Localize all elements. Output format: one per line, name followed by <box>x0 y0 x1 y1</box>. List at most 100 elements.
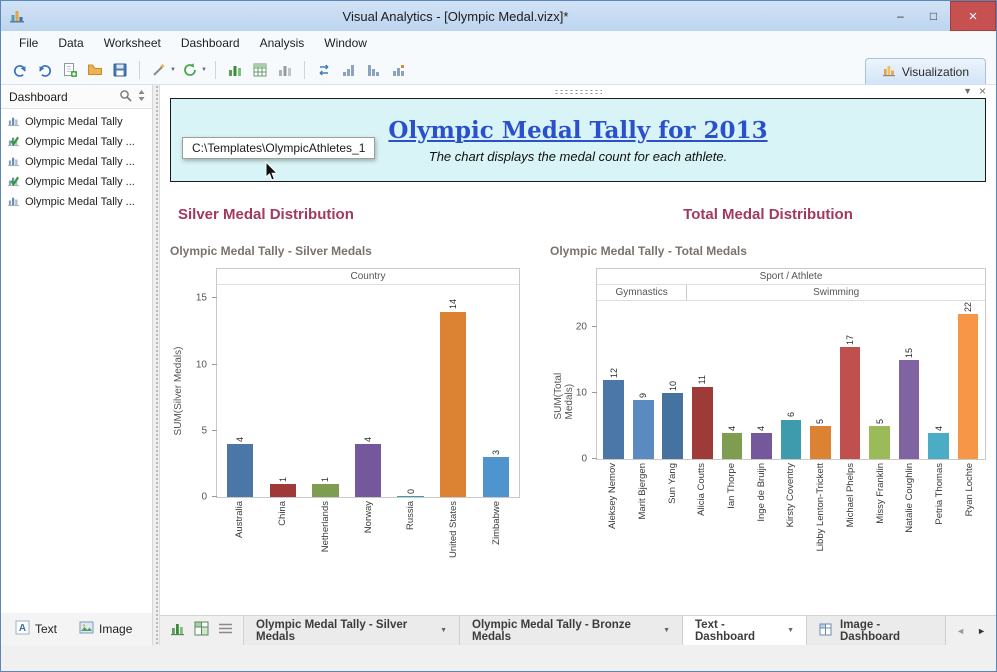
bar-slot: 4 <box>924 301 954 459</box>
x-axis-label: Netherlands <box>319 501 331 553</box>
text-tool-button[interactable]: A Text <box>15 620 57 638</box>
search-icon[interactable] <box>119 89 132 105</box>
tab-olympic-medal-tally-bronze-medals[interactable]: Olympic Medal Tally - Bronze Medals ▼ <box>460 616 683 645</box>
bar-slot: 15 <box>894 301 924 459</box>
bar <box>751 432 772 459</box>
refresh-caret[interactable]: ▼ <box>201 67 207 73</box>
bar-value-label: 17 <box>845 335 856 346</box>
swap-axes-button[interactable] <box>313 59 335 81</box>
maximize-button[interactable]: □ <box>917 1 950 31</box>
bar-value-label: 1 <box>320 476 331 482</box>
worksheet-list-icon[interactable] <box>218 622 233 640</box>
bar-value-label: 5 <box>874 419 885 425</box>
tab-olympic-medal-tally-silver-medals[interactable]: Olympic Medal Tally - Silver Medals ▼ <box>243 616 460 645</box>
add-chart-button[interactable] <box>224 59 246 81</box>
bar-slot: 1 <box>262 285 305 497</box>
menu-data[interactable]: Data <box>48 33 93 53</box>
image-tool-icon <box>79 620 94 638</box>
x-axis-label: Missy Franklin <box>874 463 886 524</box>
dashboard-list-item[interactable]: Olympic Medal Tally ... <box>1 152 152 172</box>
y-tick-mark <box>212 297 217 299</box>
dashboard-list-item[interactable]: Olympic Medal Tally <box>1 112 152 132</box>
sort-ascending-button[interactable] <box>338 59 360 81</box>
x-axis-label: Libby Lenton-Trickett <box>815 463 827 552</box>
bar-slot: 1 <box>304 285 347 497</box>
sidebar-title: Dashboard <box>9 89 68 104</box>
app-window: Visual Analytics - [Olympic Medal.vizx]*… <box>0 0 997 672</box>
y-tick-mark <box>592 392 597 394</box>
bar <box>269 483 297 497</box>
bar-slot: 5 <box>806 301 836 459</box>
image-tool-label: Image <box>99 622 133 636</box>
widget-menu-icon[interactable]: ▼ <box>963 86 972 96</box>
path-textbox[interactable]: C:\Templates\OlympicAthletes_1 <box>182 137 376 159</box>
silver-medals-chart: Country 0 5 10 15 SUM(Silver Medals) 4 1 1 4 0 14 3 A… <box>170 268 520 580</box>
redo-button[interactable] <box>34 59 56 81</box>
export-button[interactable] <box>84 59 106 81</box>
worksheet-tab-bar: Olympic Medal Tally - Silver Medals ▼ Olym… <box>160 615 996 645</box>
sidebar-splitter[interactable] <box>153 85 160 645</box>
undo-button[interactable] <box>9 59 31 81</box>
widget-drag-grip-icon[interactable] <box>554 88 602 95</box>
chart-placeholder-button[interactable] <box>274 59 296 81</box>
sort-order-icon[interactable] <box>136 89 147 105</box>
format-wand-button[interactable] <box>148 59 170 81</box>
refresh-button[interactable] <box>179 59 201 81</box>
silver-chart-widget[interactable]: Silver Medal Distribution Olympic Medal … <box>170 206 520 580</box>
group-header: Swimming <box>686 285 985 300</box>
close-button[interactable]: × <box>950 1 996 31</box>
bar <box>721 432 743 459</box>
bar <box>227 444 254 497</box>
dashboard-list-item[interactable]: Olympic Medal Tally ... <box>1 192 152 212</box>
dashboard-list-item[interactable]: Olympic Medal Tally ... <box>1 172 152 192</box>
widget-close-icon[interactable]: × <box>979 85 986 97</box>
tab-menu-chevron-icon[interactable]: ▼ <box>440 627 447 634</box>
bottom-strip <box>1 645 996 671</box>
menu-file[interactable]: File <box>9 33 48 53</box>
visualization-tab[interactable]: Visualization <box>864 58 986 84</box>
new-dashboard-tab-icon[interactable] <box>194 621 209 641</box>
dashboard-list-item[interactable]: Olympic Medal Tally ... <box>1 132 152 152</box>
minimize-button[interactable]: – <box>884 1 917 31</box>
tab-scroll-left-icon[interactable]: ◄ <box>956 626 965 636</box>
bar <box>780 419 802 459</box>
worksheet-tabs: Olympic Medal Tally - Silver Medals ▼ Olym… <box>243 616 947 645</box>
tab-scroll-right-icon[interactable]: ► <box>977 626 986 636</box>
add-crosstab-button[interactable] <box>249 59 271 81</box>
x-axis-label: Aleksey Nemov <box>607 463 619 529</box>
bar-value-label: 5 <box>815 419 826 425</box>
total-chart-widget[interactable]: Total Medal Distribution Olympic Medal T… <box>550 206 986 580</box>
menu-worksheet[interactable]: Worksheet <box>94 33 171 53</box>
tab-image-dashboard[interactable]: Image - Dashboard <box>807 616 947 645</box>
bar-value-label: 6 <box>785 412 796 418</box>
group-header-row: Gymnastics Swimming <box>597 285 985 301</box>
bar-value-label: 10 <box>667 381 678 392</box>
image-tool-button[interactable]: Image <box>79 620 132 638</box>
menu-dashboard[interactable]: Dashboard <box>171 33 250 53</box>
bar-slot: 0 <box>389 285 432 497</box>
bar <box>397 496 424 497</box>
bar <box>957 314 979 459</box>
bar-slot: 5 <box>865 301 895 459</box>
bar <box>928 432 949 459</box>
bar-value-label: 15 <box>904 348 915 359</box>
y-tick-label: 0 <box>581 453 587 465</box>
tab-text-dashboard[interactable]: Text - Dashboard ▼ <box>683 616 807 645</box>
tab-menu-chevron-icon[interactable]: ▼ <box>787 627 794 634</box>
bar-slot: 11 <box>688 301 718 459</box>
menu-window[interactable]: Window <box>314 33 377 53</box>
group-header: Gymnastics <box>615 287 668 298</box>
toolbar: ▼ ▼ Visualization <box>1 55 996 85</box>
new-worksheet-button[interactable] <box>59 59 81 81</box>
x-axis-label: Petria Thomas <box>933 463 945 525</box>
save-button[interactable] <box>109 59 131 81</box>
totals-button[interactable] <box>388 59 410 81</box>
tab-menu-chevron-icon[interactable]: ▼ <box>663 627 670 634</box>
menu-analysis[interactable]: Analysis <box>250 33 315 53</box>
format-wand-caret[interactable]: ▼ <box>170 67 176 73</box>
dashboard-sidebar: Dashboard Olympic Medal Tally Olympic Med… <box>1 85 153 645</box>
new-worksheet-tab-icon[interactable] <box>170 621 185 641</box>
y-tick-label: 20 <box>575 321 587 333</box>
sort-descending-button[interactable] <box>363 59 385 81</box>
bar-value-label: 3 <box>490 450 501 456</box>
